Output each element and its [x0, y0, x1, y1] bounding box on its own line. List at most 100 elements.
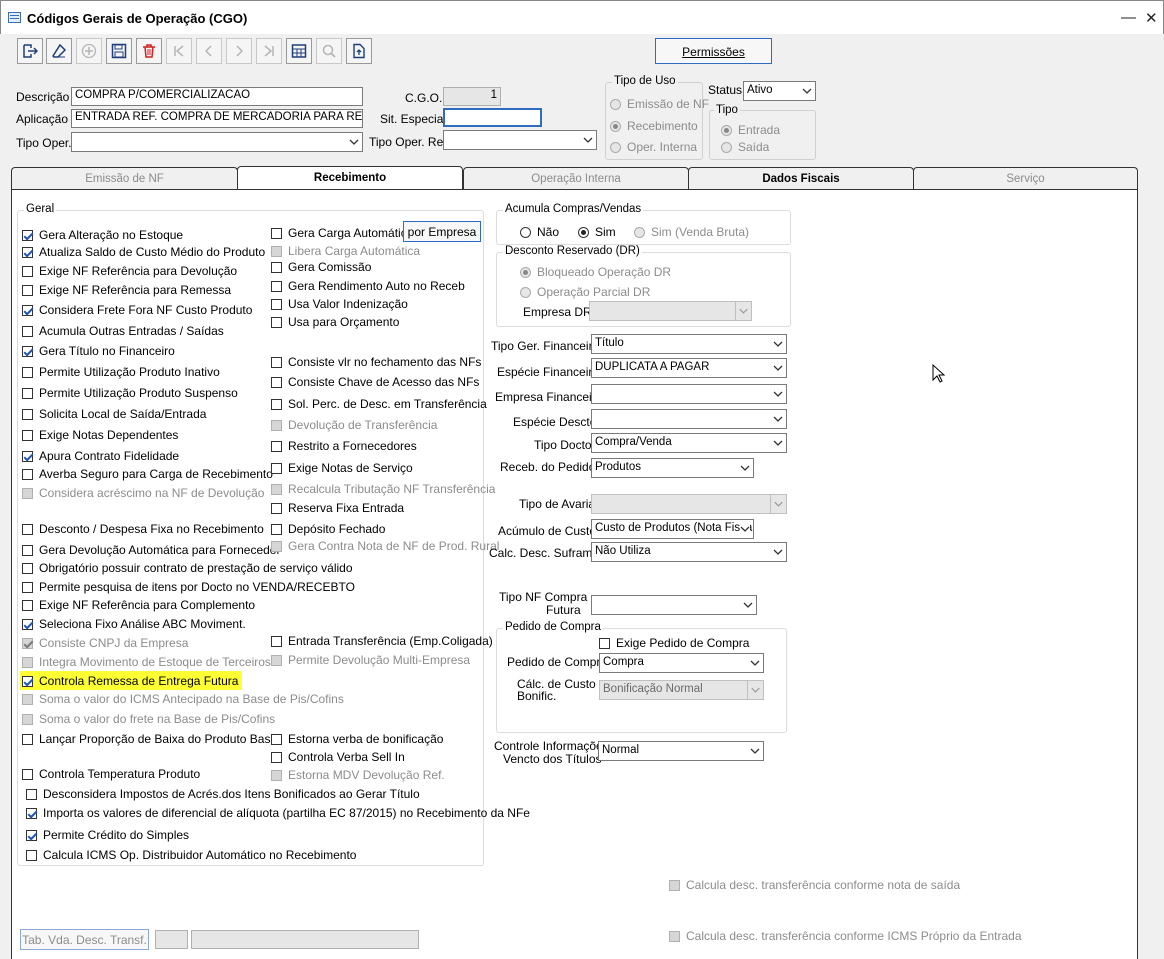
- tipo-uso-interna-radio[interactable]: Oper. Interna: [610, 140, 697, 154]
- close-button[interactable]: ✕: [1145, 9, 1158, 27]
- checkbox-geral-right-9[interactable]: Devolução de Transferência: [271, 418, 437, 432]
- acumulo-custo-select[interactable]: Custo de Produtos (Nota Fiscal): [591, 519, 754, 539]
- tipo-entrada-radio[interactable]: Entrada: [721, 123, 780, 137]
- save-button[interactable]: [106, 38, 132, 64]
- exit-button[interactable]: [17, 38, 43, 64]
- especie-descto-select[interactable]: [591, 409, 787, 429]
- checkbox-geral-right-12[interactable]: Recalcula Tributação NF Transferência: [271, 482, 495, 496]
- checkbox-geral-right-13[interactable]: Reserva Fixa Entrada: [271, 501, 404, 515]
- checkbox-geral-left-8[interactable]: Permite Utilização Produto Suspenso: [22, 386, 238, 400]
- checkbox-geral-left-18[interactable]: Exige NF Referência para Complemento: [22, 598, 255, 612]
- tipo-ger-financeiro-select[interactable]: Título: [591, 334, 787, 354]
- checkbox-geral-right-7[interactable]: Consiste Chave de Acesso das NFs: [271, 375, 479, 389]
- checkbox-geral-left-6[interactable]: Gera Título no Financeiro: [22, 344, 175, 358]
- tipo-uso-recebimento-radio[interactable]: Recebimento: [610, 119, 698, 133]
- checkbox-geral-left-4[interactable]: Considera Frete Fora NF Custo Produto: [22, 303, 252, 317]
- checkbox-geral-left-9[interactable]: Solicita Local de Saída/Entrada: [22, 407, 206, 421]
- empresa-dr-select[interactable]: [589, 301, 752, 321]
- checkbox-geral-left-25[interactable]: Lançar Proporção de Baixa do Produto Bas…: [22, 732, 277, 746]
- last-record-button[interactable]: [256, 38, 282, 64]
- empresa-financeiro-select[interactable]: [591, 384, 787, 404]
- add-button[interactable]: [76, 38, 102, 64]
- delete-button[interactable]: [136, 38, 162, 64]
- checkbox-geral-right-15[interactable]: Gera Contra Nota de NF de Prod. Rural: [271, 539, 499, 553]
- checkbox-geral-left-19[interactable]: Seleciona Fixo Análise ABC Moviment.: [22, 617, 246, 631]
- checkbox-geral-right-1[interactable]: Libera Carga Automática: [271, 244, 420, 258]
- tipo-nf-compra-futura-select[interactable]: [591, 595, 757, 615]
- checkbox-geral-left-3[interactable]: Exige NF Referência para Remessa: [22, 283, 231, 297]
- checkbox-geral-left-0[interactable]: Gera Alteração no Estoque: [22, 228, 183, 242]
- checkbox-geral-left-10[interactable]: Exige Notas Dependentes: [22, 428, 178, 442]
- tipo-uso-emissao-radio[interactable]: Emissão de NF: [610, 97, 709, 111]
- aplicacao-field[interactable]: ENTRADA REF. COMPRA DE MERCADORIA PARA R…: [71, 109, 363, 128]
- status-select[interactable]: Ativo: [743, 81, 816, 101]
- checkbox-geral-left-7[interactable]: Permite Utilização Produto Inativo: [22, 365, 220, 379]
- checkbox-geral-right-4[interactable]: Usa Valor Indenização: [271, 297, 408, 311]
- checkbox-geral-left-24[interactable]: Soma o valor do frete na Base de Pis/Cof…: [22, 712, 275, 726]
- checkbox-geral-left-26[interactable]: Controla Temperatura Produto: [22, 767, 200, 781]
- checkbox-geral-right-17[interactable]: Permite Devolução Multi-Empresa: [271, 653, 470, 667]
- checkbox-geral-right-14[interactable]: Depósito Fechado: [271, 522, 385, 536]
- checkbox-geral-left-23[interactable]: Soma o valor do ICMS Antecipado na Base …: [22, 692, 344, 706]
- checkbox-geral-right-20[interactable]: Estorna MDV Devolução Ref.: [271, 768, 445, 782]
- tab-vda-code-field[interactable]: [155, 930, 188, 949]
- checkbox-geral-right-2[interactable]: Gera Comissão: [271, 260, 371, 274]
- grid-button[interactable]: [286, 38, 312, 64]
- export-button[interactable]: [346, 38, 372, 64]
- checkbox-geral-left-2[interactable]: Exige NF Referência para Devolução: [22, 264, 237, 278]
- acumula-nao-radio[interactable]: Não: [520, 225, 559, 239]
- tab-operacao-interna[interactable]: Operação Interna: [463, 167, 689, 190]
- parcial-dr-radio[interactable]: Operação Parcial DR: [520, 285, 650, 299]
- tipo-docto-select[interactable]: Compra/Venda: [591, 433, 787, 453]
- acumula-sim-bruta-radio[interactable]: Sim (Venda Bruta): [634, 225, 749, 239]
- checkbox-geral-right-11[interactable]: Exige Notas de Serviço: [271, 461, 413, 475]
- especie-financeira-select[interactable]: DUPLICATA A PAGAR: [591, 358, 787, 378]
- cgo-field[interactable]: 1: [443, 87, 501, 106]
- first-record-button[interactable]: [166, 38, 192, 64]
- tipo-avaria-select[interactable]: [591, 494, 787, 514]
- tab-vda-desc-field[interactable]: [191, 930, 419, 949]
- checkbox-geral-right-8[interactable]: Sol. Perc. de Desc. em Transferência: [271, 397, 487, 411]
- checkbox-geral-right-6[interactable]: Consiste vlr no fechamento das NFs: [271, 355, 481, 369]
- checkbox-geral-left-1[interactable]: Atualiza Saldo de Custo Médio do Produto: [22, 245, 265, 259]
- permissions-button[interactable]: Permissões: [655, 38, 772, 64]
- previous-record-button[interactable]: [196, 38, 222, 64]
- checkbox-geral-left-15[interactable]: Gera Devolução Automática para Fornecedo…: [22, 543, 280, 557]
- pedido-compra-select[interactable]: Compra: [599, 653, 764, 673]
- checkbox-geral-right-5[interactable]: Usa para Orçamento: [271, 315, 399, 329]
- calc-desc-saida-checkbox[interactable]: Calcula desc. transferência conforme not…: [669, 878, 960, 892]
- checkbox-geral-left-5[interactable]: Acumula Outras Entradas / Saídas: [22, 324, 224, 338]
- checkbox-geral-left-17[interactable]: Permite pesquisa de itens por Docto no V…: [22, 580, 355, 594]
- checkbox-geral-right-18[interactable]: Estorna verba de bonificação: [271, 732, 443, 746]
- checkbox-geral-left-28[interactable]: Importa os valores de diferencial de alí…: [26, 806, 530, 820]
- checkbox-geral-left-20[interactable]: Consiste CNPJ da Empresa: [22, 636, 188, 650]
- checkbox-geral-left-11[interactable]: Apura Contrato Fidelidade: [22, 449, 179, 463]
- checkbox-geral-left-16[interactable]: Obrigatório possuir contrato de prestaçã…: [22, 561, 353, 575]
- checkbox-geral-right-10[interactable]: Restrito a Fornecedores: [271, 439, 417, 453]
- exige-pedido-checkbox[interactable]: Exige Pedido de Compra: [599, 636, 749, 650]
- checkbox-geral-left-13[interactable]: Considera acréscimo na NF de Devolução: [22, 486, 264, 500]
- tab-servico[interactable]: Serviço: [913, 167, 1138, 190]
- checkbox-geral-left-21[interactable]: Integra Movimento de Estoque de Terceiro…: [22, 655, 271, 669]
- por-empresa-button[interactable]: por Empresa: [403, 221, 481, 242]
- tab-dados-fiscais[interactable]: Dados Fiscais: [688, 167, 914, 190]
- checkbox-geral-left-30[interactable]: Calcula ICMS Op. Distribuidor Automático…: [26, 848, 356, 862]
- controle-vencto-select[interactable]: Normal: [598, 741, 764, 761]
- tipo-oper-rel-select[interactable]: [443, 130, 597, 150]
- tipo-oper-select[interactable]: [71, 132, 363, 152]
- checkbox-geral-right-19[interactable]: Controla Verba Sell In: [271, 750, 405, 764]
- checkbox-geral-left-22[interactable]: Controla Remessa de Entrega Futura: [22, 674, 238, 688]
- tab-vda-desc-transf-button[interactable]: Tab. Vda. Desc. Transf.: [20, 929, 149, 950]
- checkbox-geral-right-3[interactable]: Gera Rendimento Auto no Receb: [271, 279, 465, 293]
- checkbox-geral-right-16[interactable]: Entrada Transferência (Emp.Coligada): [271, 634, 493, 648]
- sit-especial-field[interactable]: [443, 108, 542, 127]
- clear-button[interactable]: [46, 38, 72, 64]
- acumula-sim-radio[interactable]: Sim: [578, 225, 616, 239]
- checkbox-geral-right-0[interactable]: Gera Carga Automática: [271, 226, 413, 240]
- tab-recebimento[interactable]: Recebimento: [237, 166, 463, 190]
- calc-desc-icms-checkbox[interactable]: Calcula desc. transferência conforme ICM…: [669, 929, 1022, 943]
- bloqueado-dr-radio[interactable]: Bloqueado Operação DR: [520, 265, 671, 279]
- next-record-button[interactable]: [226, 38, 252, 64]
- minimize-button[interactable]: —: [1121, 9, 1136, 26]
- checkbox-geral-left-29[interactable]: Permite Crédito do Simples: [26, 828, 189, 842]
